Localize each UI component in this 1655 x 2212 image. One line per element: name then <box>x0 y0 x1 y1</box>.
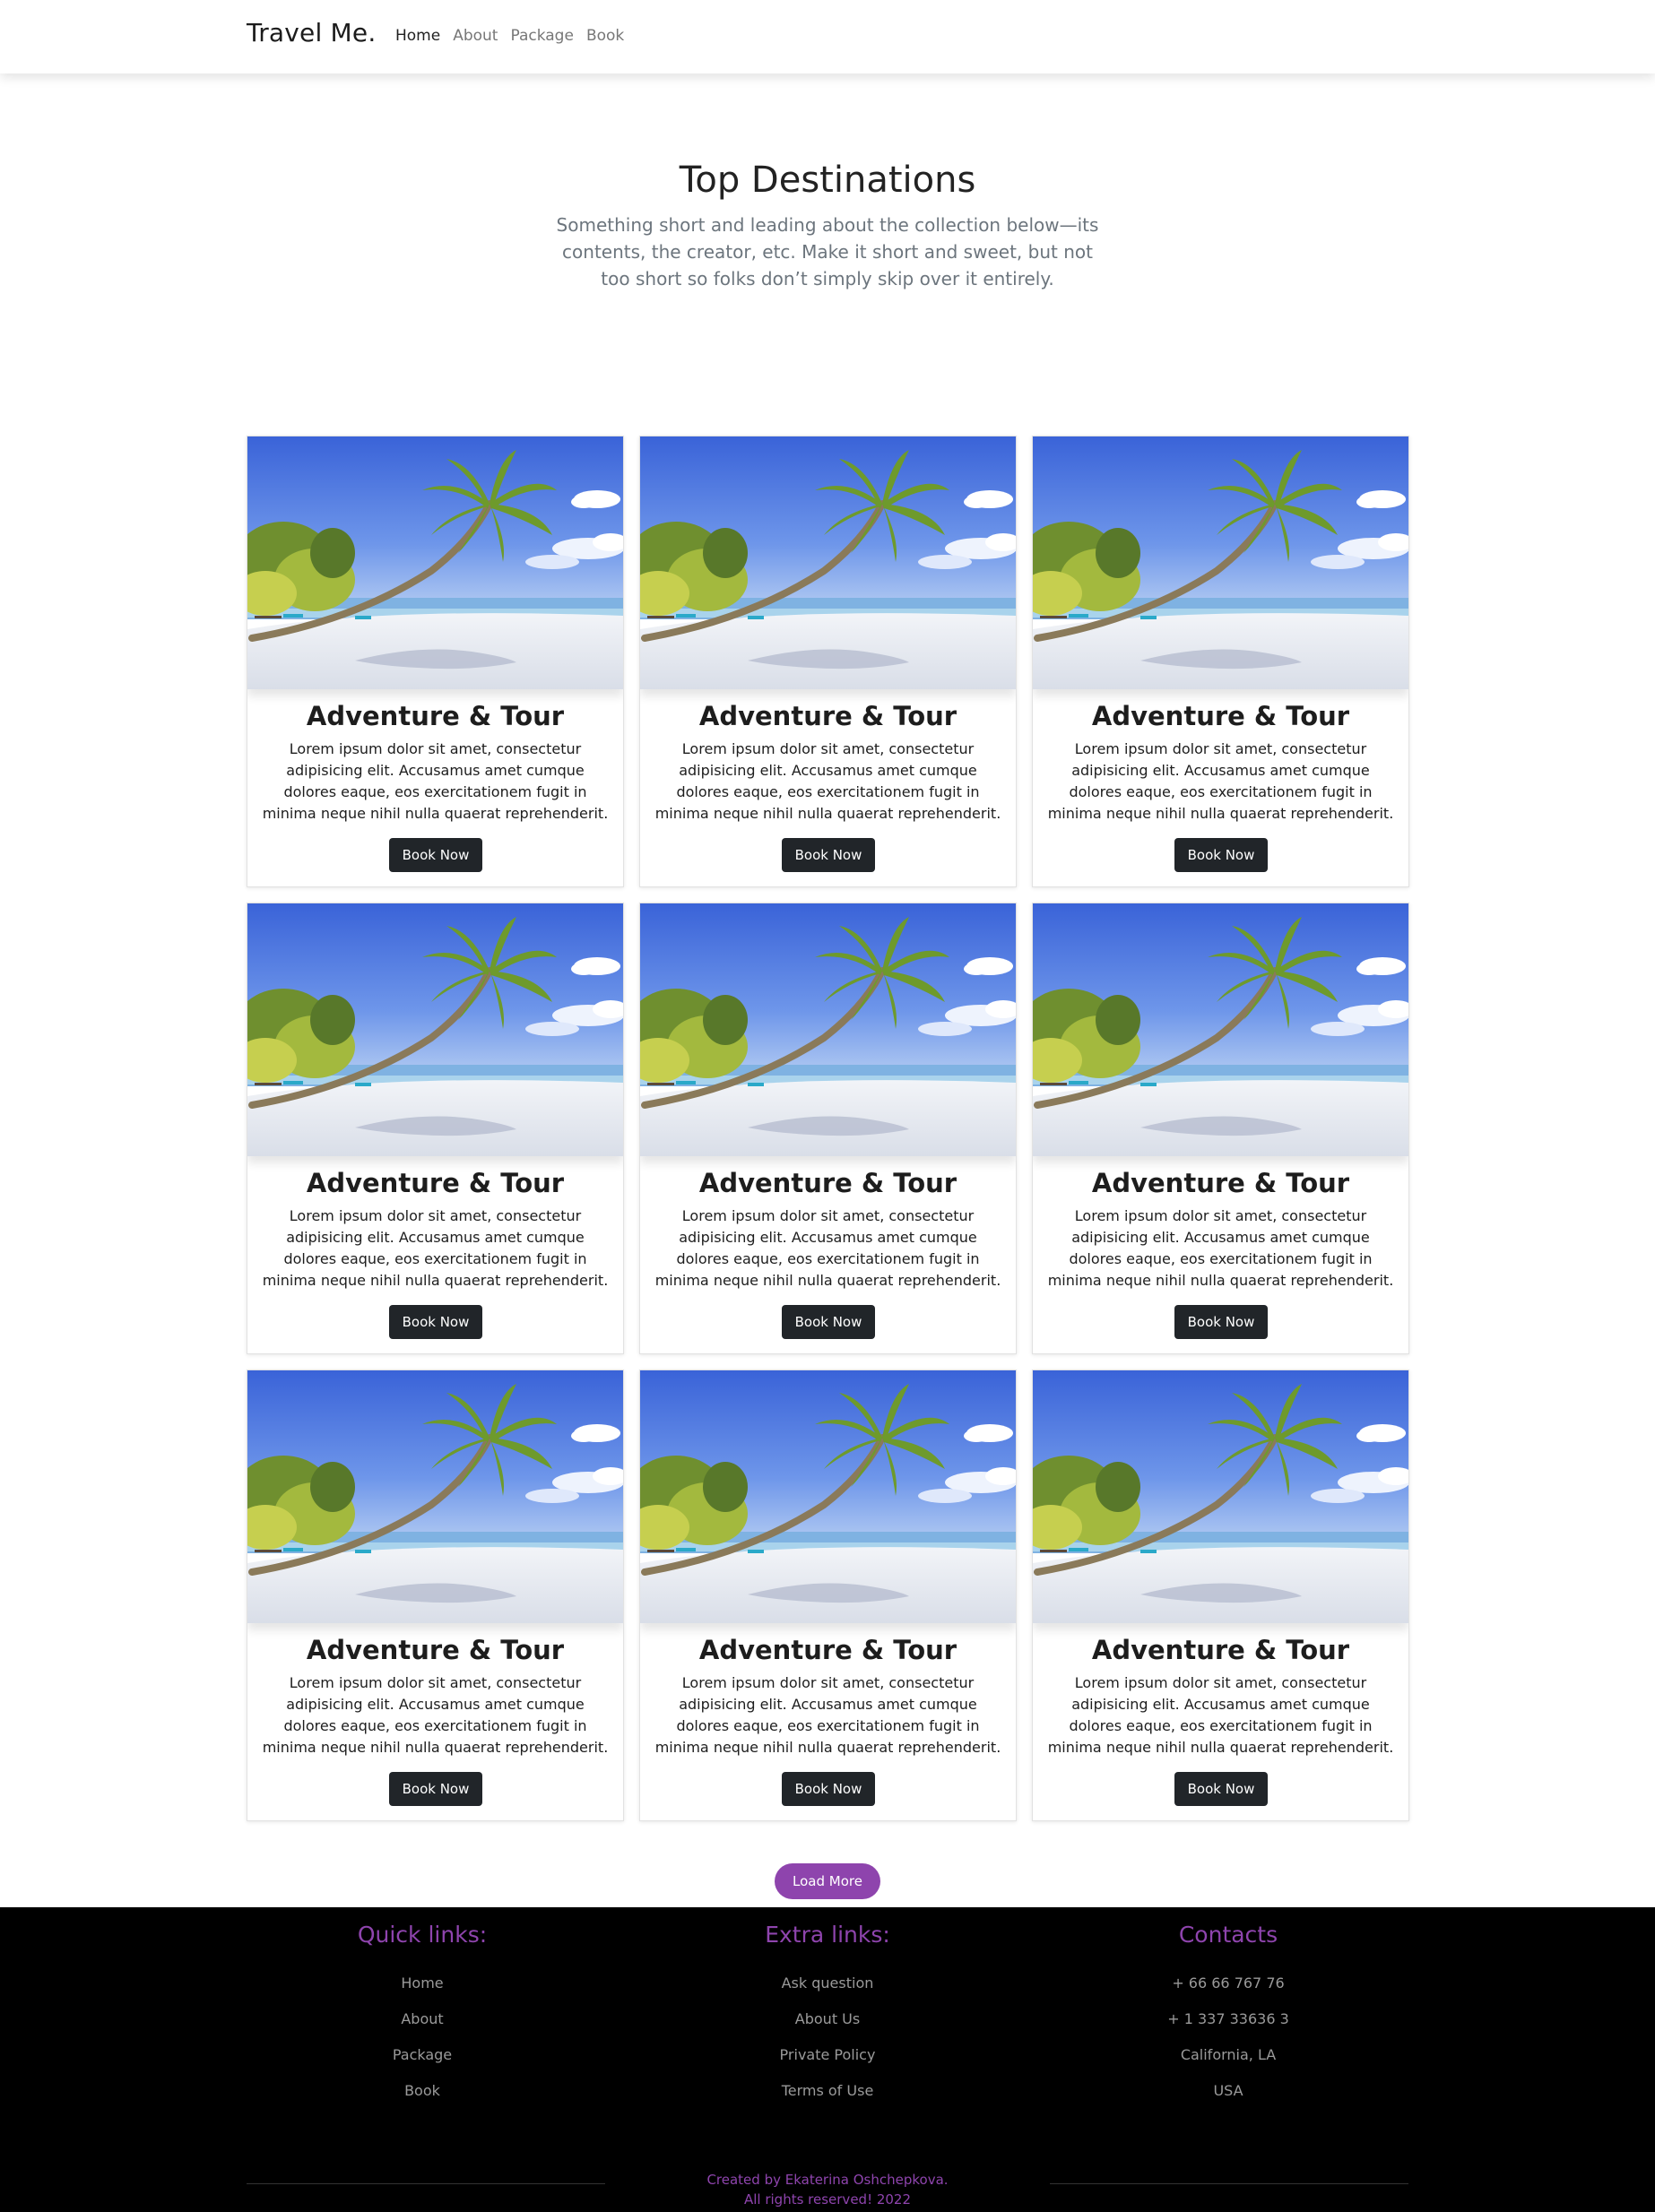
contacts-column: Contacts + 66 66 767 76 + 1 337 33636 3 … <box>1040 1907 1417 2118</box>
credit-author: Created by Ekaterina Oshchepkova. <box>706 2172 949 2188</box>
contact-city: California, LA <box>1180 2046 1277 2063</box>
destination-card-9: Adventure & Tour Lorem ipsum dolor sit a… <box>1032 1370 1409 1821</box>
nav-link-about[interactable]: About <box>453 27 498 45</box>
beach-photo <box>247 903 623 1156</box>
footer-link-package[interactable]: Package <box>234 2046 611 2082</box>
footer-link-about-us[interactable]: About Us <box>639 2010 1016 2046</box>
card-title: Adventure & Tour <box>306 1635 565 1665</box>
beach-photo <box>1033 903 1408 1156</box>
navbar: Travel Me. Home About Package Book <box>0 0 1655 73</box>
beach-photo <box>640 436 1016 689</box>
destination-grid: Adventure & Tour Lorem ipsum dolor sit a… <box>247 436 1409 1821</box>
footer-link-terms-of-use[interactable]: Terms of Use <box>639 2082 1016 2118</box>
footer-link-private-policy[interactable]: Private Policy <box>639 2046 1016 2082</box>
book-now-button[interactable]: Book Now <box>782 1772 875 1806</box>
nav-link-package[interactable]: Package <box>510 27 573 45</box>
card-description: Lorem ipsum dolor sit amet, consectetur … <box>262 1207 609 1289</box>
card-description: Lorem ipsum dolor sit amet, consectetur … <box>654 1207 1001 1289</box>
page-subtitle: Something short and leading about the co… <box>556 214 1099 289</box>
book-now-button[interactable]: Book Now <box>1174 838 1268 872</box>
contact-phone-2: + 1 337 33636 3 <box>1167 2010 1289 2027</box>
page-title: Top Destinations <box>679 160 976 201</box>
card-description: Lorem ipsum dolor sit amet, consectetur … <box>654 740 1001 822</box>
footer-link-home[interactable]: Home <box>234 1974 611 2010</box>
card-title: Adventure & Tour <box>698 1168 957 1198</box>
card-description: Lorem ipsum dolor sit amet, consectetur … <box>262 1674 609 1756</box>
book-now-button[interactable]: Book Now <box>389 838 482 872</box>
contacts-title: Contacts <box>1178 1922 1278 1948</box>
book-now-button[interactable]: Book Now <box>1174 1305 1268 1339</box>
extra-links-title: Extra links: <box>765 1922 890 1948</box>
beach-photo <box>1033 436 1408 689</box>
beach-photo <box>247 436 623 689</box>
card-title: Adventure & Tour <box>698 701 957 731</box>
book-now-button[interactable]: Book Now <box>389 1305 482 1339</box>
card-description: Lorem ipsum dolor sit amet, consectetur … <box>654 1674 1001 1756</box>
contact-phone-1: + 66 66 767 76 <box>1172 1974 1285 1992</box>
footer-credits: Created by Ekaterina Oshchepkova. All ri… <box>0 2170 1655 2209</box>
destination-card-1: Adventure & Tour Lorem ipsum dolor sit a… <box>247 436 624 887</box>
book-now-button[interactable]: Book Now <box>1174 1772 1268 1806</box>
card-description: Lorem ipsum dolor sit amet, consectetur … <box>1047 1207 1394 1289</box>
destination-card-4: Adventure & Tour Lorem ipsum dolor sit a… <box>247 903 624 1354</box>
card-title: Adventure & Tour <box>1091 1168 1350 1198</box>
footer-link-book[interactable]: Book <box>234 2082 611 2118</box>
book-now-button[interactable]: Book Now <box>389 1772 482 1806</box>
beach-photo <box>247 1370 623 1623</box>
destination-card-8: Adventure & Tour Lorem ipsum dolor sit a… <box>639 1370 1017 1821</box>
destination-card-7: Adventure & Tour Lorem ipsum dolor sit a… <box>247 1370 624 1821</box>
book-now-button[interactable]: Book Now <box>782 1305 875 1339</box>
nav-link-book[interactable]: Book <box>586 27 624 45</box>
card-description: Lorem ipsum dolor sit amet, consectetur … <box>262 740 609 822</box>
destination-card-5: Adventure & Tour Lorem ipsum dolor sit a… <box>639 903 1017 1354</box>
credit-rights: All rights reserved! 2022 <box>743 2191 912 2208</box>
nav-links: Home About Package Book <box>395 27 637 45</box>
quick-links-column: Quick links: Home About Package Book <box>234 1907 611 2118</box>
beach-photo <box>640 1370 1016 1623</box>
card-title: Adventure & Tour <box>306 1168 565 1198</box>
card-title: Adventure & Tour <box>698 1635 957 1665</box>
load-more-button[interactable]: Load More <box>775 1863 880 1899</box>
brand-logo[interactable]: Travel Me. <box>247 18 376 48</box>
beach-photo <box>1033 1370 1408 1623</box>
card-description: Lorem ipsum dolor sit amet, consectetur … <box>1047 740 1394 822</box>
card-description: Lorem ipsum dolor sit amet, consectetur … <box>1047 1674 1394 1756</box>
footer-link-about[interactable]: About <box>234 2010 611 2046</box>
beach-photo <box>640 903 1016 1156</box>
nav-link-home[interactable]: Home <box>395 27 440 45</box>
contact-country: USA <box>1213 2082 1243 2099</box>
footer-link-ask-question[interactable]: Ask question <box>639 1974 1016 2010</box>
extra-links-column: Extra links: Ask question About Us Priva… <box>639 1907 1016 2118</box>
footer: Quick links: Home About Package Book Ext… <box>0 1907 1655 2212</box>
card-title: Adventure & Tour <box>306 701 565 731</box>
destination-card-6: Adventure & Tour Lorem ipsum dolor sit a… <box>1032 903 1409 1354</box>
quick-links-title: Quick links: <box>357 1922 488 1948</box>
card-title: Adventure & Tour <box>1091 701 1350 731</box>
book-now-button[interactable]: Book Now <box>782 838 875 872</box>
destination-card-2: Adventure & Tour Lorem ipsum dolor sit a… <box>639 436 1017 887</box>
destination-card-3: Adventure & Tour Lorem ipsum dolor sit a… <box>1032 436 1409 887</box>
card-title: Adventure & Tour <box>1091 1635 1350 1665</box>
